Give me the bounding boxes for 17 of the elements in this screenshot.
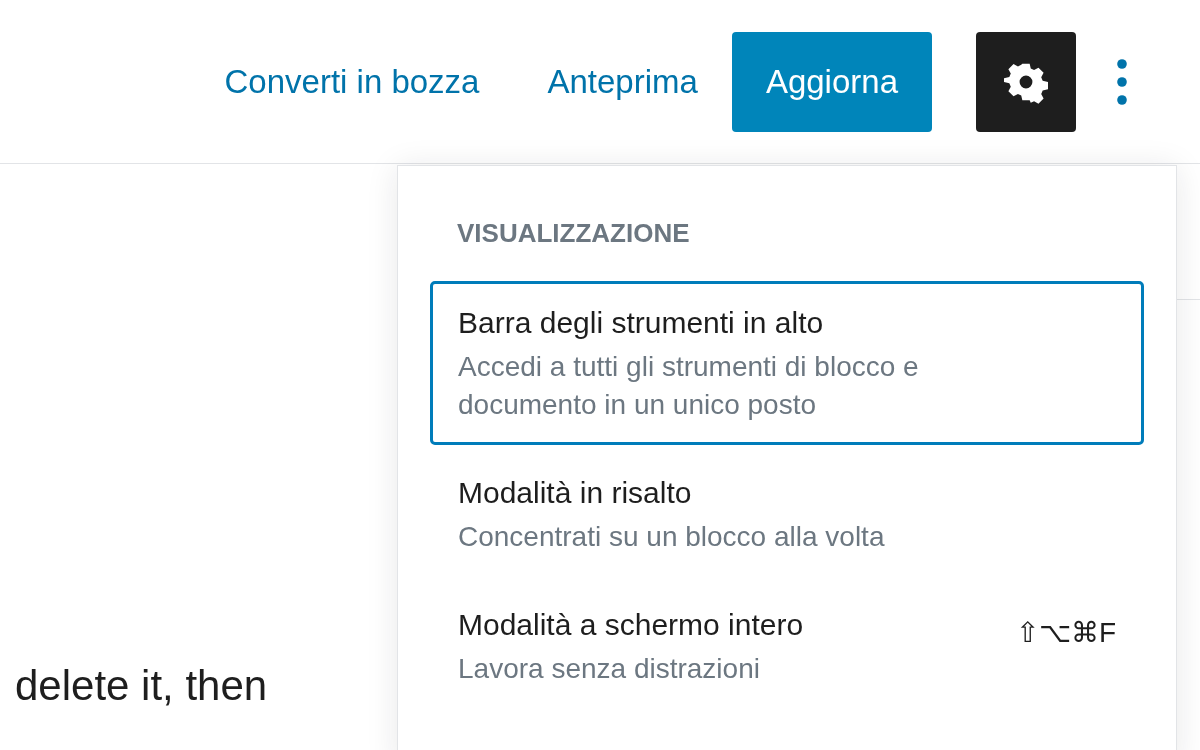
- settings-button[interactable]: [976, 31, 1076, 132]
- menu-item[interactable]: Barra degli strumenti in alto Accedi a tutti gli strumenti di blocco e documento in un unico posto: [430, 281, 1144, 445]
- menu-item-label: Modalità in risalto: [458, 476, 693, 510]
- menu-item-description: Accedi a tutti gli strumenti di blocco e documento in un unico posto: [458, 350, 920, 422]
- more-options-icon[interactable]: [1114, 57, 1130, 106]
- update-button[interactable]: Aggiorna: [731, 31, 932, 132]
- toolbar-link[interactable]: Converti in bozza: [206, 62, 498, 101]
- paragraph-text: delete it, then: [15, 662, 268, 709]
- menu-item[interactable]: Modalità a schermo intero Lavora senza distrazioni ⇧⌥⌘F: [430, 583, 1144, 709]
- toolbar-link[interactable]: Anteprima: [529, 62, 716, 101]
- keyboard-shortcut: ⇧⌥⌘F: [1015, 616, 1116, 649]
- menu-item-label: Modalità a schermo intero: [458, 608, 805, 642]
- menu-item[interactable]: Modalità in risalto Concentrati su un blocco alla volta: [430, 451, 1144, 577]
- menu-item-description: Concentrati su un blocco alla volta: [458, 520, 886, 554]
- menu-item-description: Lavora senza distrazioni: [458, 652, 761, 686]
- menu-item-label: Barra degli strumenti in alto: [458, 306, 825, 340]
- menu-heading: VISUALIZZAZIONE: [457, 218, 691, 249]
